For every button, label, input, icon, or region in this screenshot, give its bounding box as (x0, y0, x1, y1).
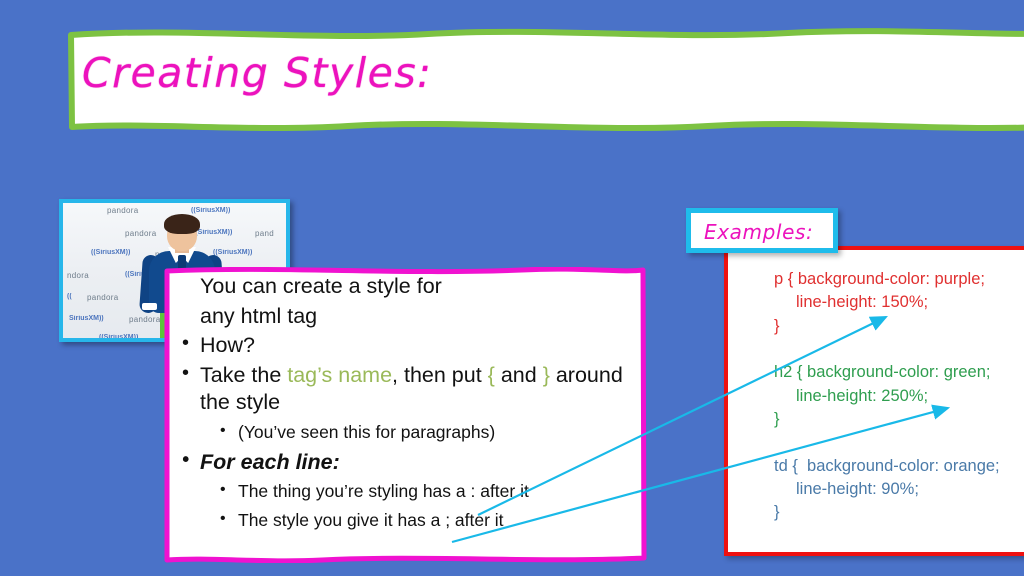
backdrop-logo: pandora (125, 229, 157, 238)
bullet-text: For each line: (200, 449, 340, 474)
code-line: } (774, 503, 780, 522)
backdrop-logo: ((SiriusXM)) (213, 249, 253, 256)
bullet-text: How? (200, 333, 255, 358)
backdrop-logo: ndora (67, 271, 89, 280)
accent-text: } (542, 362, 550, 387)
accent-text: { (487, 362, 495, 387)
code-example-h2-rule: h2 { background-color: green; line-height… (774, 361, 1024, 431)
backdrop-logo: pandora (107, 206, 139, 215)
backdrop-logo: ((SiriusXM)) (193, 229, 233, 236)
code-examples-list: p { background-color: purple; line-height… (774, 268, 1024, 548)
backdrop-logo: (( (67, 293, 72, 300)
page-title: Creating Styles: (82, 49, 433, 97)
content-bullet: For each line: (174, 448, 636, 477)
code-line: } (774, 316, 780, 335)
slide-canvas: Creating Styles: pandora ((SiriusXM)) pa… (0, 0, 1024, 576)
examples-panel: p { background-color: purple; line-height… (724, 246, 1024, 556)
bullet-text: (You’ve seen this for paragraphs) (238, 421, 496, 442)
content-bullet-list: You can create a style for any html tag Ho… (174, 273, 636, 537)
accent-text: tag’s name (287, 362, 393, 387)
backdrop-logo: ((SiriusXM)) (91, 249, 131, 256)
examples-label-box: Examples: (686, 208, 838, 253)
examples-label-text: Examples: (704, 220, 814, 244)
bullet-text: and (494, 362, 543, 387)
code-line: line-height: 90%; (796, 479, 919, 498)
code-line: h2 { background-color: green; (774, 363, 991, 382)
code-line: line-height: 250%; (796, 386, 929, 405)
content-bullet: You can create a style for (174, 273, 636, 301)
bullet-text: any html tag (200, 303, 318, 328)
code-line: line-height: 150%; (796, 293, 929, 312)
title-banner: Creating Styles: (68, 27, 1024, 131)
content-bullet: Take the tag’s name, then put { and } ar… (174, 361, 636, 417)
backdrop-logo: pandora (129, 315, 161, 324)
code-example-td-rule: td { background-color: orange; line-heigh… (774, 455, 1024, 525)
content-bullet: (You’ve seen this for paragraphs) (174, 421, 636, 443)
code-line: } (774, 410, 780, 429)
content-bullet: How? (174, 331, 636, 360)
backdrop-logo: pandora (87, 293, 119, 302)
content-bullet: The thing you’re styling has a : after i… (174, 480, 636, 502)
photo-figure-hair (164, 214, 200, 234)
bullet-text: Take the (200, 362, 288, 387)
content-bullet: The style you give it has a ; after it (174, 509, 636, 531)
code-line: td { background-color: orange; (774, 456, 1000, 475)
backdrop-logo: ((SiriusXM)) (99, 334, 139, 341)
backdrop-logo: pand (255, 229, 274, 238)
bullet-text: , then put (392, 362, 488, 387)
code-line: p { background-color: purple; (774, 270, 985, 288)
backdrop-logo: ((SiriusXM)) (191, 207, 231, 214)
content-bullet: any html tag (174, 303, 636, 331)
bullet-text: The thing you’re styling has a : after i… (238, 481, 529, 502)
bullet-text: The style you give it has a ; after it (238, 509, 504, 530)
backdrop-logo: SiriusXM)) (69, 315, 104, 322)
bullet-text: You can create a style for (200, 274, 442, 298)
photo-figure-cuff-left (142, 303, 157, 310)
code-example-p-rule: p { background-color: purple; line-height… (774, 268, 1024, 338)
content-box: You can create a style for any html tag Ho… (162, 267, 648, 563)
